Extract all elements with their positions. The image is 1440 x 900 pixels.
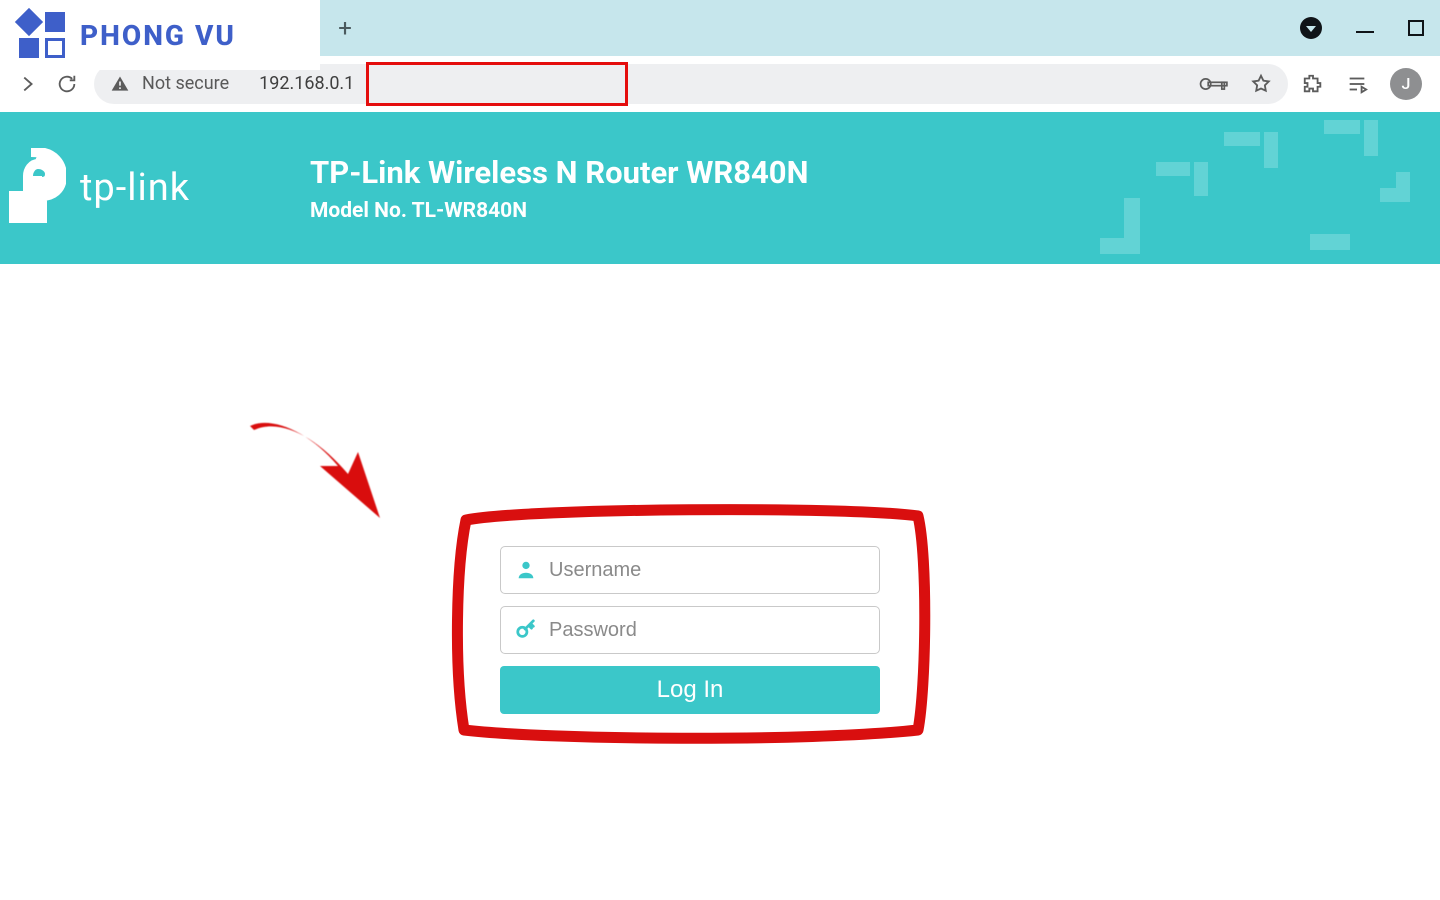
password-field-wrap <box>500 606 880 654</box>
media-control-icon[interactable] <box>1346 73 1368 95</box>
url-highlight-annotation <box>366 62 628 106</box>
key-icon <box>515 619 537 641</box>
tplink-logo-icon <box>8 148 66 228</box>
url-text: 192.168.0.1 <box>259 73 354 94</box>
router-header-banner: tp-link TP-Link Wireless N Router WR840N… <box>0 112 1440 264</box>
new-tab-button[interactable]: + <box>330 13 360 43</box>
profile-avatar[interactable]: J <box>1390 68 1422 100</box>
username-field-wrap <box>500 546 880 594</box>
window-minimize-button[interactable] <box>1356 31 1374 33</box>
login-form: Log In <box>456 508 924 744</box>
tab-search-icon[interactable] <box>1300 17 1322 39</box>
router-title: TP-Link Wireless N Router WR840N <box>310 154 808 191</box>
arrow-annotation-icon <box>230 408 410 548</box>
router-model: Model No. TL-WR840N <box>310 199 808 223</box>
user-icon <box>515 559 537 581</box>
reload-button[interactable] <box>54 71 80 97</box>
username-input[interactable] <box>549 559 865 582</box>
password-input[interactable] <box>549 619 865 642</box>
login-button[interactable]: Log In <box>500 666 880 714</box>
not-secure-icon <box>110 74 130 94</box>
forward-button[interactable] <box>14 71 40 97</box>
key-icon[interactable] <box>1198 73 1232 95</box>
banner-decoration <box>1080 112 1440 264</box>
bookmark-star-icon[interactable] <box>1250 73 1272 95</box>
security-status-label: Not secure <box>142 73 229 94</box>
tplink-brand-text: tp-link <box>80 166 190 210</box>
window-maximize-button[interactable] <box>1408 20 1424 36</box>
phongvu-logo-icon <box>18 11 66 59</box>
tplink-logo: tp-link <box>8 148 190 228</box>
extensions-icon[interactable] <box>1302 73 1324 95</box>
router-title-block: TP-Link Wireless N Router WR840N Model N… <box>310 154 808 223</box>
phongvu-brand-text: PHONG VU <box>80 19 236 52</box>
window-controls <box>1300 0 1424 56</box>
phongvu-overlay-logo: PHONG VU <box>0 0 320 70</box>
